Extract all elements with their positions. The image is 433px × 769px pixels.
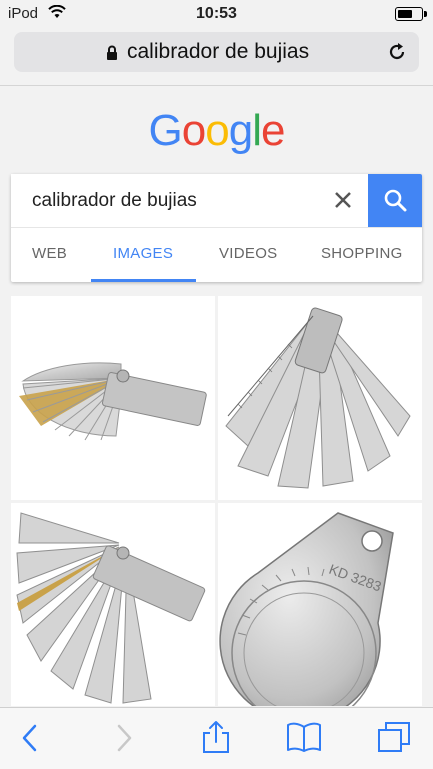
lock-icon xyxy=(106,45,118,65)
image-result[interactable] xyxy=(11,296,215,500)
google-logo[interactable]: Google xyxy=(0,106,433,156)
reload-icon[interactable] xyxy=(387,42,407,67)
tab-web[interactable]: WEB xyxy=(32,245,67,262)
logo-letter: o xyxy=(181,106,207,155)
tabs-icon[interactable] xyxy=(377,721,411,758)
address-url[interactable]: calibrador de bujias xyxy=(127,40,309,64)
logo-letter: o xyxy=(205,106,230,155)
search-tabs: WEB IMAGES VIDEOS SHOPPING xyxy=(11,228,422,282)
tab-images[interactable]: IMAGES xyxy=(113,245,173,262)
feeler-gauge-image xyxy=(16,512,206,704)
back-icon[interactable] xyxy=(20,723,40,758)
status-bar: iPod 10:53 xyxy=(0,0,433,28)
forward-icon[interactable] xyxy=(114,723,134,758)
logo-letter: l xyxy=(252,106,262,155)
logo-letter: G xyxy=(148,106,183,155)
search-card: WEB IMAGES VIDEOS SHOPPING xyxy=(11,174,422,282)
search-icon xyxy=(384,189,407,212)
active-tab-indicator xyxy=(91,279,196,282)
header-divider xyxy=(0,85,433,86)
share-icon[interactable] xyxy=(201,720,231,759)
spark-plug-gauge-image: KD 3283 xyxy=(219,512,394,706)
clock: 10:53 xyxy=(196,5,237,22)
image-result[interactable] xyxy=(11,503,215,706)
search-button[interactable] xyxy=(368,174,422,227)
search-input[interactable] xyxy=(11,174,368,227)
logo-letter: e xyxy=(260,106,286,155)
feeler-gauge-image xyxy=(225,307,411,489)
address-bar[interactable]: calibrador de bujias xyxy=(14,32,419,72)
image-result[interactable] xyxy=(218,296,422,500)
logo-letter: g xyxy=(228,106,254,155)
clear-icon[interactable] xyxy=(331,188,355,212)
browser-toolbar xyxy=(0,707,433,769)
tab-shopping[interactable]: SHOPPING xyxy=(321,245,403,262)
image-result[interactable]: KD 3283 xyxy=(218,503,422,706)
tab-videos[interactable]: VIDEOS xyxy=(219,245,277,262)
battery-icon xyxy=(395,7,427,21)
feeler-gauge-image xyxy=(19,362,207,441)
image-results-grid: KD 3283 xyxy=(11,296,422,706)
bookmarks-icon[interactable] xyxy=(286,722,322,757)
